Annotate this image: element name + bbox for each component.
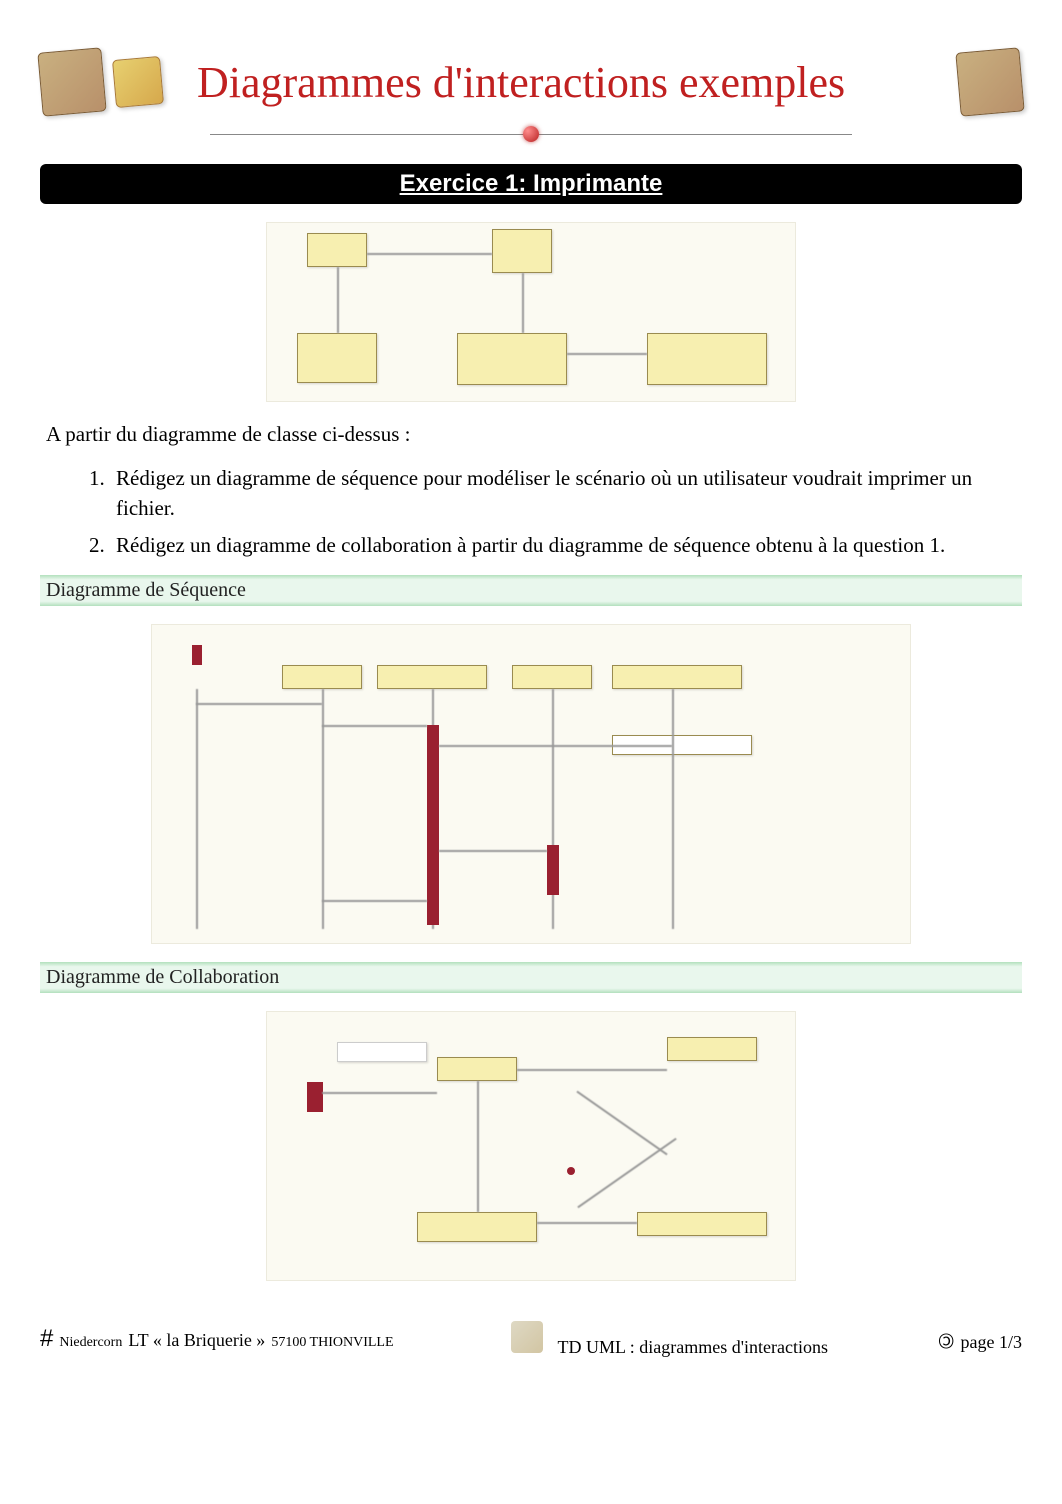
question-list: Rédigez un diagramme de séquence pour mo… xyxy=(80,464,1016,560)
header-left-group: Diagrammes d'interactions exemples xyxy=(40,50,845,114)
page-footer: # Niedercorn LT « la Briquerie » 57100 T… xyxy=(40,1311,1022,1358)
uml-object-box xyxy=(282,665,362,689)
footer-page-block: 🄯 page 1/3 xyxy=(938,1325,1022,1354)
message-arrow xyxy=(439,850,547,852)
secondary-logo-icon xyxy=(112,56,164,108)
message-arrow xyxy=(322,900,427,902)
uml-object-box xyxy=(667,1037,757,1061)
uml-object-box xyxy=(437,1057,517,1081)
uml-connector xyxy=(577,1137,676,1207)
school-logo-icon xyxy=(37,47,106,116)
uml-class-box xyxy=(647,333,767,385)
activation-bar xyxy=(547,845,559,895)
footer-city: 57100 THIONVILLE xyxy=(271,1335,393,1351)
divider-dot-icon xyxy=(523,126,539,142)
uml-connector xyxy=(567,353,647,355)
lifeline xyxy=(196,689,198,929)
uml-connector xyxy=(537,1222,637,1224)
uml-connector xyxy=(517,1069,667,1071)
uml-object-box xyxy=(637,1212,767,1236)
collaboration-diagram-figure xyxy=(266,1011,796,1281)
footer-doc-title: TD UML : diagrammes d'interactions xyxy=(557,1337,828,1358)
uml-class-box xyxy=(457,333,567,385)
class-diagram-figure xyxy=(266,222,796,402)
actor-icon xyxy=(307,1082,323,1112)
footer-author: Niedercorn xyxy=(59,1335,122,1351)
uml-connector xyxy=(522,273,524,333)
message-arrow xyxy=(196,703,322,705)
footer-logo-icon xyxy=(511,1321,543,1353)
connector-dot-icon xyxy=(567,1167,575,1175)
intro-paragraph: A partir du diagramme de classe ci-dessu… xyxy=(46,420,1016,448)
message-arrow xyxy=(439,745,672,747)
uml-connector xyxy=(322,1092,437,1094)
uml-object-box xyxy=(512,665,592,689)
lifeline xyxy=(672,689,674,929)
uml-object-box xyxy=(612,665,742,689)
uml-object-box xyxy=(417,1212,537,1242)
hash-icon: # xyxy=(40,1325,53,1353)
footer-doc-block: TD UML : diagrammes d'interactions xyxy=(503,1321,828,1358)
footer-author-block: # Niedercorn LT « la Briquerie » 57100 T… xyxy=(40,1325,394,1353)
page-header: Diagrammes d'interactions exemples xyxy=(40,50,1022,114)
sequence-diagram-figure xyxy=(151,624,911,944)
question-item: Rédigez un diagramme de séquence pour mo… xyxy=(110,464,1016,523)
page-title: Diagrammes d'interactions exemples xyxy=(172,57,845,108)
decorative-divider xyxy=(210,124,852,144)
exercise-heading: Exercice 1: Imprimante xyxy=(40,164,1022,204)
uml-class-box xyxy=(307,233,367,267)
uml-class-box xyxy=(492,229,552,273)
uml-class-box xyxy=(297,333,377,383)
uml-connector xyxy=(367,253,492,255)
message-arrow xyxy=(322,725,427,727)
school-logo-icon xyxy=(955,47,1024,116)
copyleft-icon: 🄯 xyxy=(938,1325,955,1354)
uml-connector xyxy=(576,1090,667,1155)
section-heading-collab: Diagramme de Collaboration xyxy=(40,962,1022,993)
uml-object-box xyxy=(337,1042,427,1062)
uml-connector xyxy=(477,1081,479,1212)
activation-bar xyxy=(427,725,439,925)
section-heading-sequence: Diagramme de Séquence xyxy=(40,575,1022,606)
uml-object-box xyxy=(377,665,487,689)
actor-head-icon xyxy=(192,645,202,665)
footer-page-number: page 1/3 xyxy=(961,1332,1022,1353)
uml-connector xyxy=(337,267,339,333)
footer-school: LT « la Briquerie » xyxy=(128,1330,265,1351)
question-item: Rédigez un diagramme de collaboration à … xyxy=(110,531,1016,560)
